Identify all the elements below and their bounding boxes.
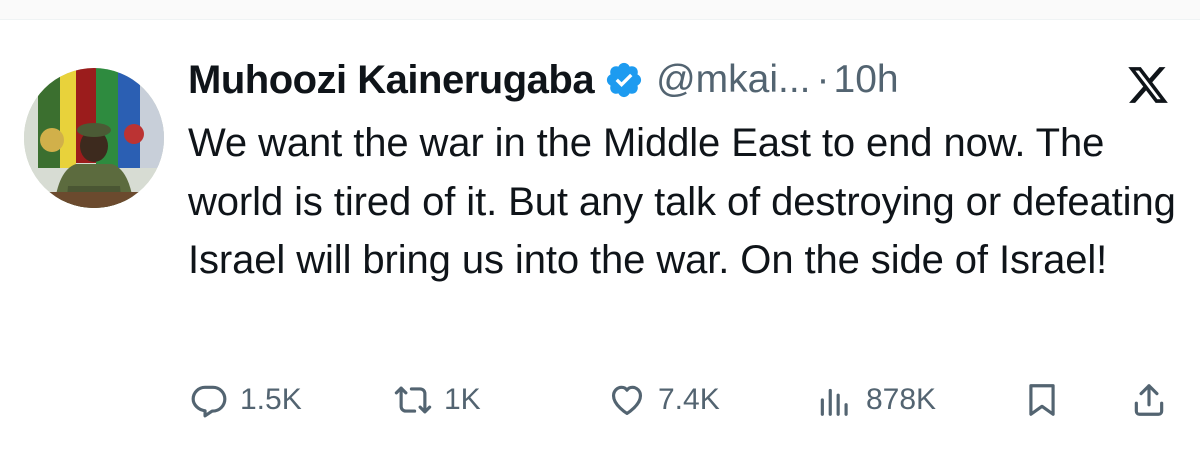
timestamp[interactable]: 10h (834, 58, 899, 102)
like-button[interactable]: 7.4K (608, 375, 720, 425)
views-button[interactable]: 878K (816, 375, 936, 425)
action-bar: 1.5K 1K 7.4K 878K (188, 375, 1173, 425)
like-count: 7.4K (658, 383, 720, 416)
separator-dot: · (816, 58, 830, 101)
handle[interactable]: @mkai... (656, 58, 810, 102)
tweet-header: Muhoozi Kainerugaba @mkai... · 10h (188, 51, 899, 109)
tweet-card[interactable]: Muhoozi Kainerugaba @mkai... · 10h We wa… (0, 21, 1200, 472)
repost-icon (394, 386, 432, 414)
bookmark-icon (1029, 384, 1055, 416)
views-icon (820, 388, 848, 416)
display-name[interactable]: Muhoozi Kainerugaba (188, 58, 595, 103)
repost-count: 1K (444, 383, 481, 416)
reply-icon (191, 385, 227, 418)
bookmark-button[interactable] (1023, 375, 1061, 425)
verified-badge-icon (606, 62, 642, 98)
share-button[interactable] (1130, 375, 1168, 425)
avatar-image (24, 68, 164, 208)
heart-icon (611, 385, 643, 416)
avatar[interactable] (24, 68, 164, 208)
repost-button[interactable]: 1K (394, 375, 481, 425)
previous-tweet-edge (0, 0, 1200, 20)
share-icon (1134, 384, 1164, 416)
views-count: 878K (866, 383, 937, 416)
x-logo-icon[interactable] (1126, 63, 1170, 107)
reply-count: 1.5K (240, 383, 302, 416)
reply-button[interactable]: 1.5K (190, 375, 302, 425)
tweet-text: We want the war in the Middle East to en… (188, 121, 1176, 282)
